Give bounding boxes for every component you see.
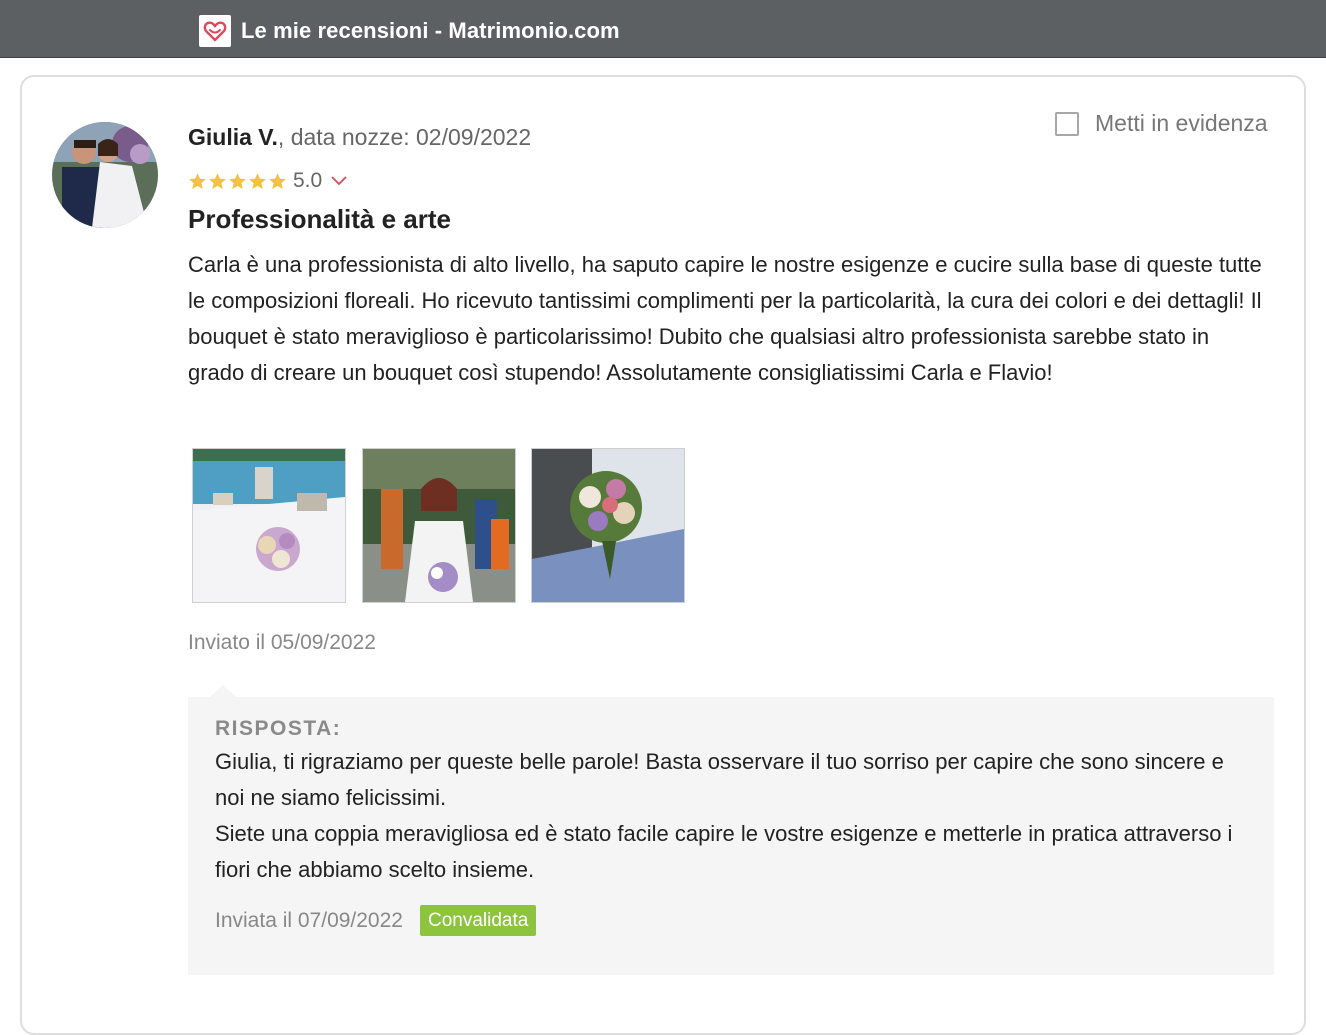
chevron-down-icon[interactable] — [330, 175, 348, 187]
reply-paragraph: Giulia, ti rigraziamo per queste belle p… — [215, 749, 1224, 810]
reply-notch — [210, 685, 236, 697]
feature-checkbox[interactable] — [1055, 111, 1079, 136]
window-titlebar: Le mie recensioni - Matrimonio.com — [0, 0, 1326, 58]
star-icon — [249, 172, 266, 189]
reply-text: Giulia, ti rigraziamo per queste belle p… — [215, 744, 1255, 888]
review-body: Carla è una professionista di alto livel… — [188, 252, 1262, 385]
window-title: Le mie recensioni - Matrimonio.com — [241, 18, 620, 43]
status-badge: Convalidata — [419, 905, 537, 936]
reply-paragraph: Siete una coppia meravigliosa ed è stato… — [215, 821, 1233, 882]
reply-label: RISPOSTA: — [215, 717, 342, 740]
star-icon — [269, 172, 286, 189]
reply-date: Inviata il 07/09/2022 — [215, 908, 403, 932]
rating-score: 5.0 — [293, 169, 323, 192]
photo-bouquet-closeup[interactable] — [531, 448, 685, 603]
feature-toggle[interactable]: Metti in evidenza — [1055, 110, 1268, 137]
reviewer-line: Giulia V., data nozze: 02/09/2022 — [188, 124, 531, 151]
photo-bouquet-table[interactable] — [192, 448, 346, 603]
wedding-date: , data nozze: 02/09/2022 — [277, 124, 532, 150]
reply-footer: Inviata il 07/09/2022 Convalidata — [215, 905, 537, 936]
avatar — [52, 122, 158, 228]
star-icon — [189, 172, 206, 189]
star-icon — [229, 172, 246, 189]
rating: 5.0 — [188, 167, 348, 195]
photo-bride[interactable] — [362, 448, 516, 603]
reply-box: RISPOSTA: Giulia, ti rigraziamo per ques… — [188, 697, 1274, 975]
reviewer-name: Giulia V. — [188, 124, 278, 150]
star-icon — [209, 172, 226, 189]
rating-stars — [188, 172, 287, 191]
review-title: Professionalità e arte — [188, 204, 451, 234]
sent-date: Inviato il 05/09/2022 — [188, 631, 376, 654]
feature-label: Metti in evidenza — [1095, 110, 1268, 136]
heart-icon — [199, 15, 231, 47]
